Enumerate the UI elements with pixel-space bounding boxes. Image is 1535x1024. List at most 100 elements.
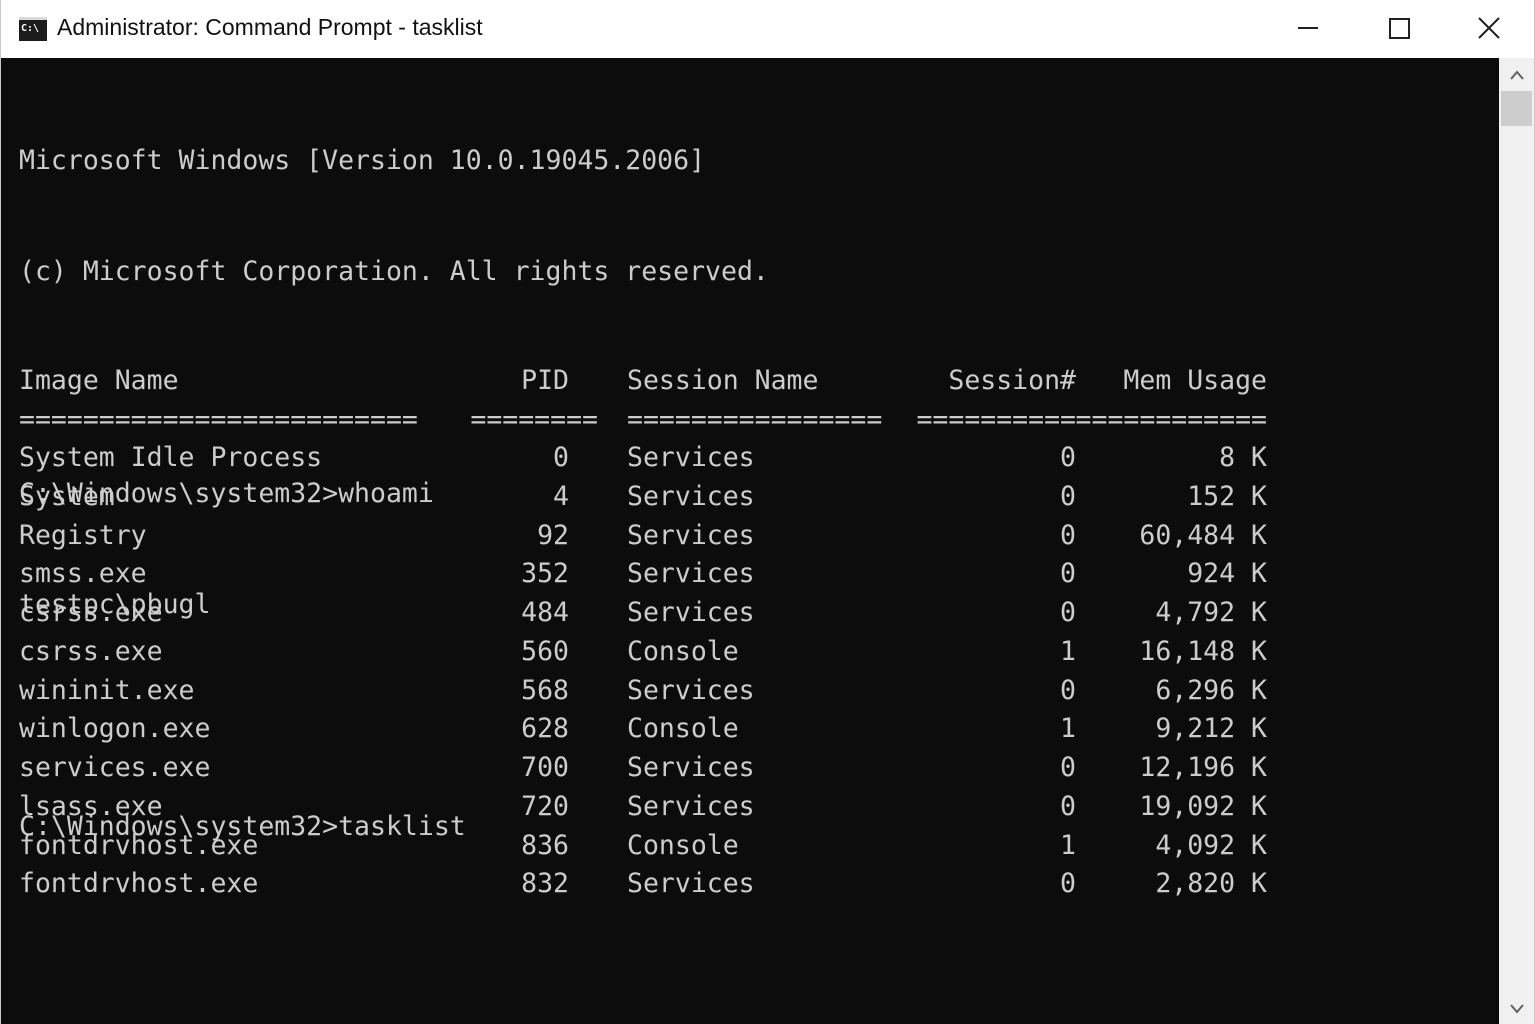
- session-name: Services: [627, 868, 755, 900]
- mem-usage: 152 K: [1187, 480, 1267, 512]
- session-number: 1: [1060, 713, 1076, 745]
- session-number: 0: [1060, 674, 1076, 706]
- chevron-up-icon: [1509, 70, 1524, 80]
- process-name: wininit.exe: [19, 674, 195, 706]
- table-row: winlogon.exe 628 Console 1 9,212 K: [19, 713, 1319, 752]
- process-pid: 0: [553, 442, 569, 473]
- session-name: Services: [627, 442, 755, 473]
- mem-usage: 19,092 K: [1139, 790, 1267, 822]
- minimize-icon: [1298, 27, 1318, 29]
- column-header-session-name: Session Name: [627, 365, 819, 396]
- mem-usage: 16,148 K: [1139, 635, 1267, 667]
- session-name: Services: [627, 519, 755, 551]
- process-pid: 4: [553, 480, 569, 512]
- session-name: Console: [627, 713, 739, 745]
- mem-usage: 2,820 K: [1155, 868, 1267, 900]
- session-name: Services: [627, 597, 755, 628]
- table-row: csrss.exe 484 Services 0 4,792 K: [19, 597, 1319, 636]
- process-name: lsass.exe: [19, 790, 163, 822]
- process-pid: 628: [521, 713, 569, 745]
- session-name: Services: [627, 558, 755, 590]
- process-name: System: [19, 480, 115, 512]
- table-row: csrss.exe 560 Console 1 16,148 K: [19, 636, 1319, 675]
- separator-mem-usage: ============: [1075, 404, 1267, 435]
- process-pid: 832: [521, 868, 569, 900]
- session-name: Services: [627, 480, 755, 512]
- cmd-icon[interactable]: C:\: [19, 17, 47, 41]
- scroll-down-button[interactable]: [1499, 994, 1534, 1024]
- table-row: System Idle Process 0 Services 0 8 K: [19, 442, 1319, 481]
- column-header-mem-usage: Mem Usage: [1123, 365, 1267, 396]
- session-name: Services: [627, 790, 755, 822]
- table-row: wininit.exe 568 Services 0 6,296 K: [19, 675, 1319, 714]
- table-row: smss.exe 352 Services 0 924 K: [19, 558, 1319, 597]
- vertical-scrollbar[interactable]: [1499, 58, 1534, 1024]
- process-name: System Idle Process: [19, 442, 323, 473]
- column-header-pid: PID: [521, 365, 569, 396]
- session-number: 1: [1060, 829, 1076, 861]
- separator-session-name: ================: [627, 404, 883, 435]
- process-pid: 568: [521, 674, 569, 706]
- table-row: fontdrvhost.exe 836 Console 1 4,092 K: [19, 830, 1319, 869]
- process-name: services.exe: [19, 752, 211, 783]
- scroll-thumb[interactable]: [1501, 91, 1532, 126]
- session-name: Services: [627, 674, 755, 706]
- process-name: fontdrvhost.exe: [19, 829, 259, 861]
- table-row: System 4 Services 0 152 K: [19, 481, 1319, 520]
- mem-usage: 4,792 K: [1155, 597, 1267, 628]
- maximize-icon: [1389, 18, 1410, 39]
- minimize-button[interactable]: [1263, 0, 1353, 58]
- console-line: Microsoft Windows [Version 10.0.19045.20…: [19, 145, 706, 176]
- mem-usage: 60,484 K: [1139, 519, 1267, 551]
- maximize-button[interactable]: [1353, 0, 1443, 58]
- separator-image-name: =========================: [19, 404, 418, 435]
- mem-usage: 12,196 K: [1139, 752, 1267, 783]
- mem-usage: 6,296 K: [1155, 674, 1267, 706]
- session-number: 0: [1060, 752, 1076, 783]
- separator-session-num: ==========: [916, 404, 1076, 435]
- table-header-row: Image Name PID Session Name Session# Mem Usa…: [19, 365, 1319, 404]
- session-name: Services: [627, 752, 755, 783]
- table-row: Registry 92 Services 0 60,484 K: [19, 520, 1319, 559]
- separator-pid: ========: [470, 404, 598, 435]
- process-pid: 700: [521, 752, 569, 783]
- console-line: (c) Microsoft Corporation. All rights re…: [19, 256, 769, 287]
- column-header-image-name: Image Name: [19, 365, 179, 396]
- session-name: Console: [627, 829, 739, 861]
- process-pid: 484: [521, 597, 569, 628]
- process-name: fontdrvhost.exe: [19, 868, 259, 900]
- process-pid: 720: [521, 790, 569, 822]
- session-number: 0: [1060, 480, 1076, 512]
- process-name: winlogon.exe: [19, 713, 211, 745]
- chevron-down-icon: [1509, 1004, 1524, 1014]
- window-title: Administrator: Command Prompt - tasklist: [57, 14, 483, 40]
- process-pid: 560: [521, 635, 569, 667]
- close-button[interactable]: [1443, 0, 1533, 58]
- console-output[interactable]: Microsoft Windows [Version 10.0.19045.20…: [1, 58, 1499, 1024]
- table-separator-row: ========================= ======== =======…: [19, 404, 1319, 443]
- process-name: smss.exe: [19, 558, 147, 590]
- table-row: services.exe 700 Services 0 12,196 K: [19, 752, 1319, 791]
- mem-usage: 8 K: [1219, 442, 1267, 473]
- process-pid: 836: [521, 829, 569, 861]
- scroll-up-button[interactable]: [1499, 60, 1534, 90]
- process-pid: 92: [537, 519, 569, 551]
- session-number: 0: [1060, 519, 1076, 551]
- table-row: lsass.exe 720 Services 0 19,092 K: [19, 791, 1319, 830]
- command-prompt-window: C:\ Administrator: Command Prompt - task…: [0, 0, 1535, 1024]
- mem-usage: 924 K: [1187, 558, 1267, 590]
- session-number: 0: [1060, 442, 1076, 473]
- session-number: 0: [1060, 597, 1076, 628]
- title-bar[interactable]: C:\ Administrator: Command Prompt - task…: [1, 0, 1534, 58]
- table-row: fontdrvhost.exe 832 Services 0 2,820 K: [19, 868, 1319, 907]
- session-number: 1: [1060, 635, 1076, 667]
- process-pid: 352: [521, 558, 569, 590]
- process-name: Registry: [19, 519, 147, 551]
- mem-usage: 4,092 K: [1155, 829, 1267, 861]
- process-name: csrss.exe: [19, 597, 163, 628]
- close-icon: [1478, 17, 1500, 39]
- session-number: 0: [1060, 790, 1076, 822]
- session-number: 0: [1060, 868, 1076, 900]
- session-number: 0: [1060, 558, 1076, 590]
- mem-usage: 9,212 K: [1155, 713, 1267, 745]
